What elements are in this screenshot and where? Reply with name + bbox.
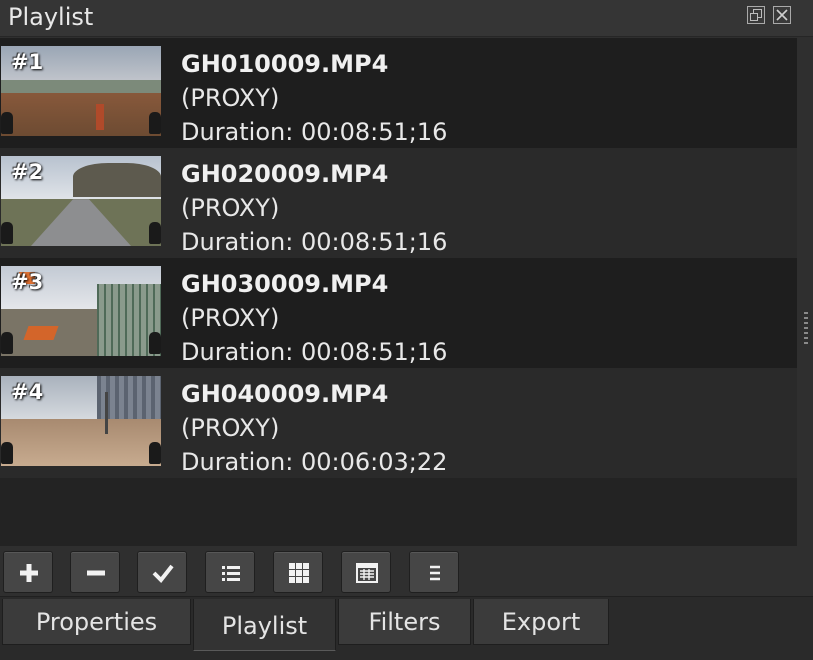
playlist-toolbar [0,546,813,596]
clip-duration: Duration: 00:08:51;16 [181,338,448,366]
tiles-view-icon [289,563,309,583]
check-icon [152,564,174,584]
clip-duration: Duration: 00:08:51;16 [181,228,448,256]
clip-number: #3 [11,270,44,294]
clip-proxy-tag: (PROXY) [181,194,280,222]
clip-proxy-tag: (PROXY) [181,414,280,442]
playlist-menu-button[interactable] [409,551,459,593]
splitter-handle[interactable] [804,312,808,346]
panel-title: Playlist [8,3,94,31]
clip-filename: GH020009.MP4 [181,160,389,188]
menu-icon [430,565,440,581]
clip-filename: GH040009.MP4 [181,380,389,408]
add-button[interactable] [3,551,53,593]
details-view-button[interactable] [205,551,255,593]
tab-properties[interactable]: Properties [2,599,191,645]
minus-icon [87,570,105,576]
panel-titlebar: Playlist [0,0,813,37]
playlist-item[interactable]: #1 GH010009.MP4 (PROXY) Duration: 00:08:… [0,38,797,148]
clip-filename: GH030009.MP4 [181,270,389,298]
dock-tab-bar: Properties Playlist Filters Export [0,596,813,660]
update-button[interactable] [137,551,187,593]
tab-export[interactable]: Export [473,599,609,645]
plus-icon [20,564,38,582]
icon-view-icon [356,563,378,583]
clip-filename: GH010009.MP4 [181,50,389,78]
tab-filters[interactable]: Filters [338,599,471,645]
clip-duration: Duration: 00:06:03;22 [181,448,448,476]
clip-info: GH030009.MP4 (PROXY) Duration: 00:08:51;… [181,267,447,369]
clip-proxy-tag: (PROXY) [181,84,280,112]
clip-proxy-tag: (PROXY) [181,304,280,332]
details-view-icon [222,566,240,581]
icon-view-button[interactable] [341,551,391,593]
clip-thumbnail: #2 [1,156,161,246]
tiles-view-button[interactable] [273,551,323,593]
clip-number: #1 [11,50,44,74]
clip-number: #4 [11,380,44,404]
playlist-item[interactable]: #4 GH040009.MP4 (PROXY) Duration: 00:06:… [0,368,797,478]
tab-playlist[interactable]: Playlist [193,599,336,651]
clip-number: #2 [11,160,44,184]
clip-info: GH020009.MP4 (PROXY) Duration: 00:08:51;… [181,157,447,259]
clip-thumbnail: #3 [1,266,161,356]
playlist-item[interactable]: #2 GH020009.MP4 (PROXY) Duration: 00:08:… [0,148,797,258]
clip-thumbnail: #1 [1,46,161,136]
float-panel-icon[interactable] [747,6,765,24]
playlist-list[interactable]: #1 GH010009.MP4 (PROXY) Duration: 00:08:… [0,38,797,546]
playlist-item[interactable]: #3 GH030009.MP4 (PROXY) Duration: 00:08:… [0,258,797,368]
clip-duration: Duration: 00:08:51;16 [181,118,448,146]
clip-thumbnail: #4 [1,376,161,466]
remove-button[interactable] [70,551,120,593]
clip-info: GH010009.MP4 (PROXY) Duration: 00:08:51;… [181,47,447,149]
clip-info: GH040009.MP4 (PROXY) Duration: 00:06:03;… [181,377,447,479]
close-panel-icon[interactable] [773,6,791,24]
